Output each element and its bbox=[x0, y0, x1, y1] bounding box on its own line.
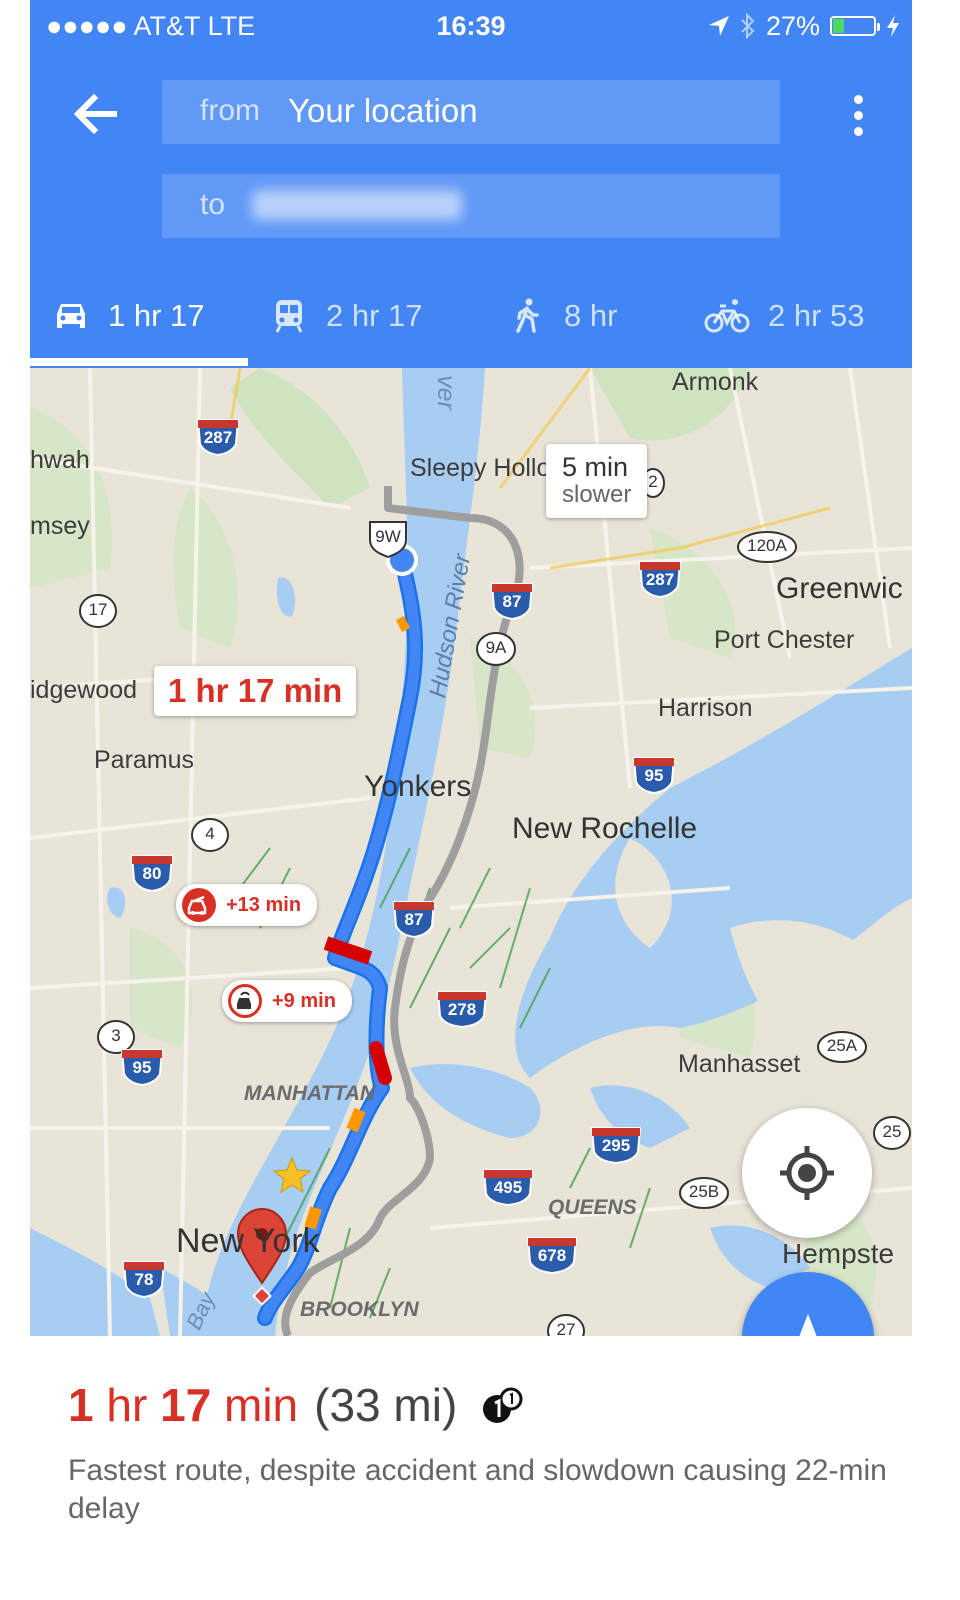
tab-bike[interactable]: 2 hr 53 bbox=[704, 286, 865, 346]
directions-header: ●●●●● AT&T LTE 16:39 27% from Your locat… bbox=[30, 0, 912, 368]
interstate-shield: 287 bbox=[638, 560, 682, 598]
interstate-shield: 95 bbox=[120, 1048, 164, 1086]
alternate-route-label[interactable]: 5 min slower bbox=[546, 444, 648, 518]
accident-icon bbox=[182, 888, 216, 922]
route-duration: 1 hr 17 min bbox=[68, 1379, 299, 1431]
place-label: idgewood bbox=[30, 676, 138, 704]
maps-screen: ●●●●● AT&T LTE 16:39 27% from Your locat… bbox=[30, 0, 912, 1600]
place-label: New Rochelle bbox=[512, 812, 698, 845]
tab-walk-label: 8 hr bbox=[564, 298, 618, 333]
back-button[interactable] bbox=[70, 88, 122, 140]
place-label: Manhasset bbox=[678, 1050, 801, 1078]
location-arrow-icon bbox=[708, 16, 729, 36]
tab-transit[interactable]: 2 hr 17 bbox=[270, 286, 423, 346]
route-description: Fastest route, despite accident and slow… bbox=[68, 1454, 887, 1525]
train-icon bbox=[275, 300, 303, 333]
toll-icon bbox=[483, 1387, 523, 1423]
place-label: Sleepy Hollo bbox=[410, 454, 551, 482]
more-options-button[interactable] bbox=[848, 92, 868, 138]
battery-percent: 27% bbox=[765, 11, 820, 41]
place-label: msey bbox=[30, 512, 90, 540]
state-route-shield: 27 bbox=[544, 1312, 588, 1336]
place-label: Port Chester bbox=[714, 626, 855, 654]
from-prefix: from bbox=[200, 94, 260, 127]
accident-delay-text: +13 min bbox=[226, 893, 302, 916]
place-label: Armonk bbox=[672, 368, 759, 396]
my-location-button[interactable] bbox=[742, 1108, 872, 1238]
walking-icon bbox=[516, 298, 539, 333]
bicycle-icon bbox=[704, 299, 750, 333]
interstate-shield: 80 bbox=[130, 854, 174, 892]
bluetooth-icon bbox=[741, 12, 755, 40]
place-label: QUEENS bbox=[548, 1196, 637, 1219]
state-route-shield: 9A bbox=[474, 630, 518, 668]
place-label: New York bbox=[176, 1222, 320, 1260]
crosshair-icon bbox=[780, 1146, 834, 1200]
interstate-shield: 87 bbox=[392, 900, 436, 938]
water-label: ver bbox=[431, 375, 460, 410]
route-summary-sheet[interactable]: 1 hr 17 min (33 mi) Fastest route, despi… bbox=[30, 1336, 912, 1600]
tab-transit-label: 2 hr 17 bbox=[326, 298, 423, 333]
interstate-shield: 78 bbox=[122, 1260, 166, 1298]
destination-field[interactable]: to bbox=[162, 174, 780, 238]
place-label: BROOKLYN bbox=[300, 1298, 419, 1321]
state-route-shield: 25A bbox=[816, 1028, 868, 1066]
place-label: MANHATTAN bbox=[244, 1082, 376, 1105]
origin-field[interactable]: from Your location bbox=[162, 80, 780, 144]
interstate-shield: 495 bbox=[482, 1168, 534, 1206]
back-arrow-icon bbox=[73, 93, 117, 135]
place-label: Greenwic bbox=[776, 572, 903, 605]
tab-drive-label: 1 hr 17 bbox=[108, 298, 205, 333]
route-duration-label[interactable]: 1 hr 17 min bbox=[154, 666, 357, 716]
car-icon bbox=[57, 304, 85, 328]
state-route-shield: 120A bbox=[736, 528, 798, 566]
interstate-shield: 678 bbox=[526, 1236, 578, 1274]
interstate-shield: 287 bbox=[196, 418, 240, 456]
active-tab-indicator bbox=[30, 358, 248, 366]
alt-route-time: 5 min bbox=[562, 452, 629, 482]
place-label: Yonkers bbox=[364, 770, 472, 803]
tab-walk[interactable]: 8 hr bbox=[508, 286, 617, 346]
place-label: hwah bbox=[30, 446, 90, 474]
tab-drive[interactable]: 1 hr 17 bbox=[52, 286, 205, 346]
accident-delay-badge[interactable]: +13 min bbox=[176, 884, 318, 926]
slowdown-icon bbox=[228, 984, 262, 1018]
us-route-shield: 9W bbox=[366, 520, 410, 558]
slowdown-delay-text: +9 min bbox=[272, 989, 336, 1012]
place-label: Harrison bbox=[658, 694, 753, 722]
more-vert-icon bbox=[853, 95, 863, 104]
alt-route-note: slower bbox=[562, 481, 632, 508]
interstate-shield: 295 bbox=[590, 1126, 642, 1164]
route-summary: 1 hr 17 min (33 mi) bbox=[68, 1378, 527, 1432]
state-route-shield: 25 bbox=[870, 1114, 912, 1152]
status-right: 27% bbox=[708, 6, 900, 46]
blurred-destination bbox=[252, 190, 462, 220]
travel-mode-tabs: 1 hr 17 2 hr 17 8 hr 2 hr 53 bbox=[30, 286, 912, 346]
origin-value: Your location bbox=[288, 92, 478, 129]
interstate-shield: 278 bbox=[436, 990, 488, 1028]
interstate-shield: 87 bbox=[490, 582, 534, 620]
interstate-shield: 95 bbox=[632, 756, 676, 794]
battery-icon bbox=[830, 16, 880, 36]
place-label: Paramus bbox=[94, 746, 195, 774]
route-distance: (33 mi) bbox=[314, 1379, 458, 1431]
state-route-shield: 4 bbox=[188, 816, 232, 854]
place-label: Hempste bbox=[782, 1238, 895, 1269]
tab-bike-label: 2 hr 53 bbox=[768, 298, 865, 333]
state-route-shield: 25B bbox=[678, 1174, 730, 1212]
to-prefix: to bbox=[200, 188, 226, 221]
charging-bolt-icon bbox=[887, 15, 899, 37]
state-route-shield: 17 bbox=[76, 592, 120, 630]
slowdown-delay-badge[interactable]: +9 min bbox=[222, 980, 352, 1022]
